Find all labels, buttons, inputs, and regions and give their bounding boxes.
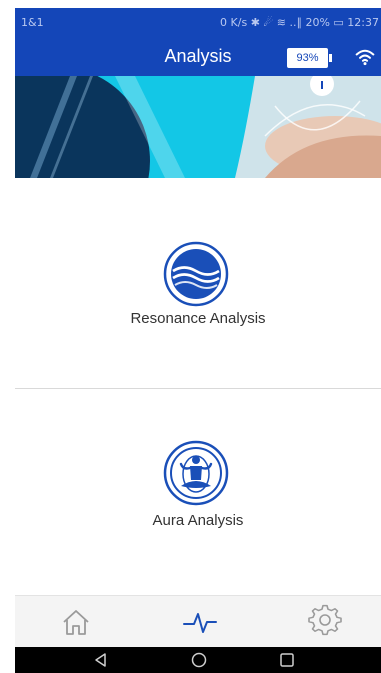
app-bar: Analysis 93% [15, 36, 381, 76]
status-bar: 1&1 0 K/s ✱ ☄ ≋ ..∥ 20% ▭ 12:37 [15, 8, 381, 36]
resonance-wave-icon [163, 241, 229, 307]
phone-screen: 1&1 0 K/s ✱ ☄ ≋ ..∥ 20% ▭ 12:37 Analysis… [15, 8, 381, 673]
carrier-label: 1&1 [21, 16, 44, 29]
banner-illustration [15, 76, 381, 178]
wifi-icon [355, 49, 375, 66]
aura-analysis-label: Aura Analysis [152, 512, 244, 529]
aura-analysis-card[interactable]: Aura Analysis [15, 389, 381, 595]
gear-icon[interactable] [305, 604, 345, 640]
aura-meditation-icon [163, 440, 229, 506]
resonance-analysis-card[interactable]: Resonance Analysis [15, 178, 381, 388]
device-battery-badge: 93% [287, 48, 332, 68]
resonance-analysis-label: Resonance Analysis [130, 310, 266, 327]
hero-banner [15, 76, 381, 178]
home-circle-icon[interactable] [189, 650, 209, 670]
system-navigation-bar [15, 647, 381, 673]
back-icon[interactable] [91, 650, 111, 670]
recent-apps-icon[interactable] [277, 650, 297, 670]
home-icon[interactable] [56, 604, 96, 640]
bottom-navigation [15, 595, 381, 647]
left-margin [0, 0, 15, 673]
pulse-icon[interactable] [180, 604, 220, 640]
screen-frame: 1&1 0 K/s ✱ ☄ ≋ ..∥ 20% ▭ 12:37 Analysis… [0, 0, 381, 673]
status-indicators: 0 K/s ✱ ☄ ≋ ..∥ 20% ▭ 12:37 [220, 16, 379, 29]
